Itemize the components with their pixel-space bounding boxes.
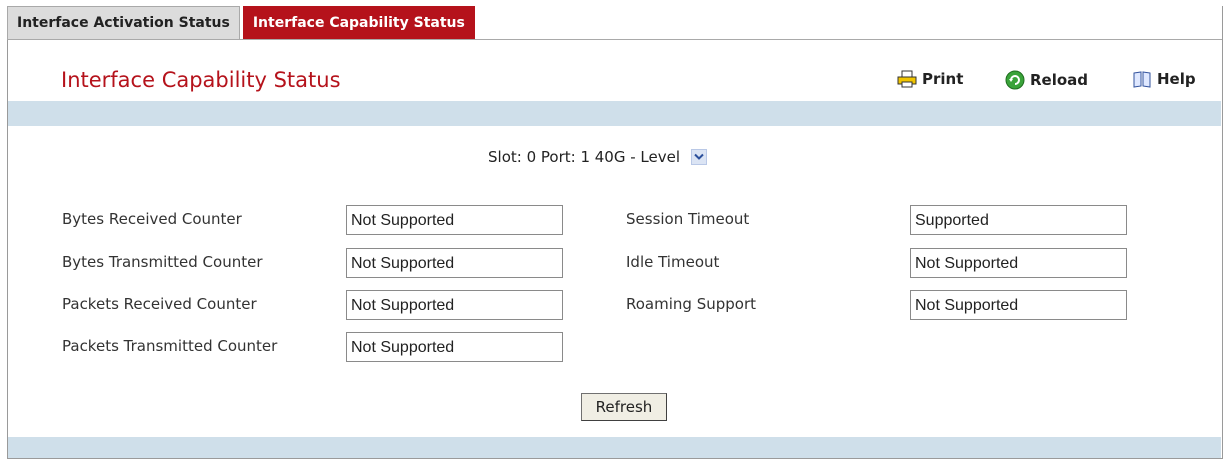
slot-port-select[interactable]: Slot: 0 Port: 1 40G - Level	[488, 148, 708, 166]
packets-transmitted-label: Packets Transmitted Counter	[62, 337, 278, 355]
tab-interface-activation-status[interactable]: Interface Activation Status	[7, 6, 240, 39]
idle-timeout-label: Idle Timeout	[626, 253, 720, 271]
packets-received-label: Packets Received Counter	[62, 295, 257, 313]
chevron-down-icon[interactable]	[691, 149, 708, 165]
roaming-support-label: Roaming Support	[626, 295, 756, 313]
header-band	[8, 101, 1221, 126]
printer-icon	[897, 70, 917, 88]
help-book-icon	[1133, 71, 1151, 88]
bytes-received-label: Bytes Received Counter	[62, 210, 242, 228]
page-title: Interface Capability Status	[61, 68, 341, 92]
reload-button[interactable]: Reload	[1005, 70, 1088, 90]
print-label: Print	[922, 70, 964, 88]
reload-label: Reload	[1030, 71, 1089, 89]
bytes-received-field[interactable]: Not Supported	[346, 205, 563, 235]
reload-icon	[1005, 70, 1025, 90]
session-timeout-label: Session Timeout	[626, 210, 750, 228]
refresh-button[interactable]: Refresh	[581, 393, 667, 421]
tab-interface-capability-status[interactable]: Interface Capability Status	[242, 6, 475, 39]
packets-received-field[interactable]: Not Supported	[346, 290, 563, 320]
tab-bar: Interface Activation Status Interface Ca…	[7, 6, 475, 40]
bytes-transmitted-field[interactable]: Not Supported	[346, 248, 563, 278]
roaming-support-field[interactable]: Not Supported	[910, 290, 1127, 320]
help-button[interactable]: Help	[1132, 70, 1196, 88]
bytes-transmitted-label: Bytes Transmitted Counter	[62, 253, 263, 271]
help-label: Help	[1157, 70, 1196, 88]
idle-timeout-field[interactable]: Not Supported	[910, 248, 1127, 278]
tab-divider	[7, 39, 1222, 40]
print-button[interactable]: Print	[897, 70, 963, 88]
session-timeout-field[interactable]: Supported	[910, 205, 1127, 235]
slot-port-value: Slot: 0 Port: 1 40G - Level	[488, 148, 681, 166]
footer-band	[8, 437, 1221, 458]
packets-transmitted-field[interactable]: Not Supported	[346, 332, 563, 362]
